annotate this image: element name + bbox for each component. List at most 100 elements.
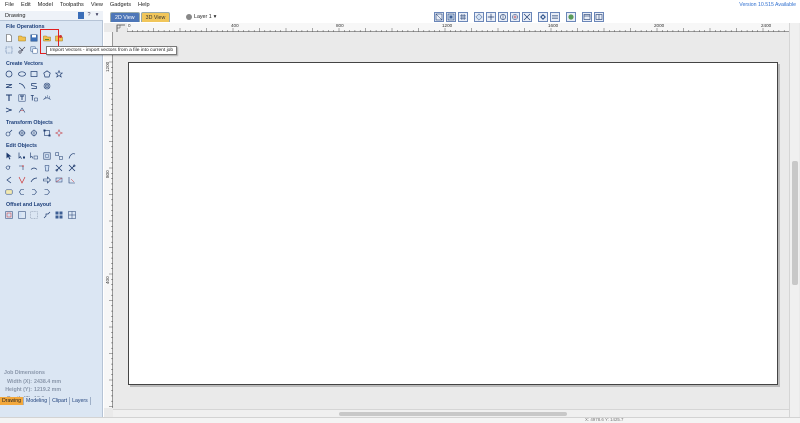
group-icon[interactable] — [43, 152, 51, 160]
menu-edit[interactable]: Edit — [18, 0, 35, 11]
cursor-position: X: 4978.6 Y: 1425.7 — [585, 417, 624, 422]
spiral-curve-icon[interactable] — [43, 82, 51, 90]
mirror-arrow-icon[interactable] — [30, 188, 38, 196]
expand-icon[interactable] — [55, 176, 63, 184]
tab-clipart[interactable]: Clipart — [50, 397, 71, 405]
menu-view[interactable]: View — [87, 0, 106, 11]
save-file-icon[interactable] — [30, 34, 38, 42]
close-icon[interactable] — [30, 164, 38, 172]
vertical-scrollbar[interactable] — [789, 23, 799, 417]
menu-model[interactable]: Model — [34, 0, 56, 11]
weld-offset-icon[interactable] — [30, 211, 38, 219]
node-edit-icon[interactable] — [18, 152, 26, 160]
layer-dropdown[interactable]: Layer 1 ▾ — [186, 13, 216, 21]
join-icon[interactable] — [5, 164, 13, 172]
arrow-icon[interactable] — [30, 176, 38, 184]
move-icon[interactable] — [5, 129, 13, 137]
zoom-in-icon[interactable] — [510, 12, 520, 22]
shading-icon[interactable] — [566, 12, 576, 22]
circle-icon[interactable] — [5, 70, 13, 78]
ellipse-icon[interactable] — [17, 70, 26, 78]
pin-panel-icon[interactable] — [78, 12, 84, 19]
vertical-scroll-thumb[interactable] — [792, 161, 798, 285]
new-file-icon[interactable] — [5, 34, 13, 42]
ruler-label-0: 0 — [128, 23, 131, 28]
ungroup-icon[interactable] — [55, 152, 63, 160]
tab-2d-view[interactable]: 2D View — [110, 12, 140, 22]
mirror-icon[interactable] — [30, 129, 38, 137]
rect-select-icon[interactable] — [5, 188, 13, 196]
menu-toolpaths[interactable]: Toolpaths — [56, 0, 87, 11]
open-file-icon[interactable] — [17, 34, 26, 42]
split-view-icon[interactable] — [594, 12, 604, 22]
nest-icon[interactable] — [17, 211, 26, 219]
tab-drawing[interactable]: Drawing — [0, 397, 25, 405]
duplicate-icon[interactable] — [30, 46, 38, 54]
star-icon[interactable] — [55, 70, 63, 78]
version-available-link[interactable]: Version 10.515 Available — [739, 1, 796, 10]
select-icon[interactable] — [5, 152, 13, 160]
array-icon[interactable] — [55, 211, 63, 219]
transform-objects-row — [5, 129, 63, 137]
tab-3d-view[interactable]: 3D View — [140, 12, 171, 22]
panel-title: Drawing — [5, 13, 26, 19]
curve-fit-icon[interactable] — [68, 152, 76, 160]
grid-copy-icon[interactable] — [67, 211, 76, 219]
zoom-extents-icon[interactable] — [434, 12, 444, 22]
pan-icon[interactable] — [486, 12, 496, 22]
bracket-icon[interactable] — [18, 188, 26, 196]
spline-icon[interactable] — [18, 176, 26, 184]
bezier-icon[interactable] — [5, 176, 13, 184]
arc-icon[interactable] — [18, 82, 26, 90]
weld-icon[interactable] — [43, 188, 51, 196]
text-icon[interactable] — [5, 94, 13, 102]
text-on-curve-icon[interactable] — [18, 94, 26, 102]
multi-select-icon[interactable] — [30, 152, 38, 160]
tab-modeling[interactable]: Modeling — [24, 397, 51, 405]
polyline-icon[interactable] — [5, 82, 13, 90]
align-icon[interactable] — [18, 129, 26, 137]
view-options-icon[interactable] — [538, 12, 548, 22]
tab-layers[interactable]: Layers — [70, 397, 91, 405]
menu-help[interactable]: Help — [135, 0, 154, 11]
chevron-icon[interactable] — [68, 164, 76, 172]
window-icon[interactable] — [582, 12, 592, 22]
ruler-label-1200: 1200 — [442, 23, 453, 28]
angle-dimension-icon[interactable] — [18, 106, 26, 114]
file-operations-row-2 — [5, 46, 38, 54]
create-vectors-row-1 — [5, 70, 63, 78]
snap-icon[interactable] — [474, 12, 484, 22]
fit-view-icon[interactable] — [498, 12, 508, 22]
panel-menu-icon[interactable]: ▾ — [94, 12, 100, 19]
fit-job-icon[interactable] — [5, 46, 13, 54]
smooth-icon[interactable] — [18, 164, 26, 172]
material-sheet[interactable] — [128, 62, 778, 385]
path-icon[interactable] — [43, 211, 51, 219]
rectangle-icon[interactable] — [30, 70, 38, 78]
polygon-icon[interactable] — [42, 70, 51, 78]
dimension-icon[interactable] — [5, 106, 13, 114]
zoom-box-icon[interactable] — [446, 12, 456, 22]
scale-icon[interactable] — [43, 129, 51, 137]
scissors-icon[interactable] — [17, 46, 26, 54]
offset-icon[interactable] — [5, 211, 13, 219]
create-vectors-row-4 — [5, 106, 26, 114]
fit-text-icon[interactable] — [42, 94, 51, 102]
zoom-out-icon[interactable] — [522, 12, 532, 22]
horizontal-scroll-thumb[interactable] — [339, 412, 567, 416]
menu-gadgets[interactable]: Gadgets — [106, 0, 134, 11]
job-height-label: Height (Y): — [5, 387, 32, 393]
help-icon[interactable]: ? — [86, 12, 92, 19]
contract-icon[interactable] — [42, 176, 51, 184]
fillet-icon[interactable] — [68, 176, 76, 184]
trim-icon[interactable] — [43, 164, 51, 172]
auto-layout-text-icon[interactable] — [30, 94, 38, 102]
rotate-icon[interactable] — [55, 129, 63, 137]
menu-file[interactable]: File — [0, 0, 18, 11]
grid-icon[interactable] — [458, 12, 468, 22]
toggle-layers-icon[interactable] — [550, 12, 560, 22]
section-offset-and-layout: Offset and Layout — [6, 202, 52, 208]
horizontal-scrollbar[interactable] — [113, 409, 789, 417]
cut-icon[interactable] — [55, 164, 63, 172]
spiral-icon[interactable] — [30, 82, 38, 90]
